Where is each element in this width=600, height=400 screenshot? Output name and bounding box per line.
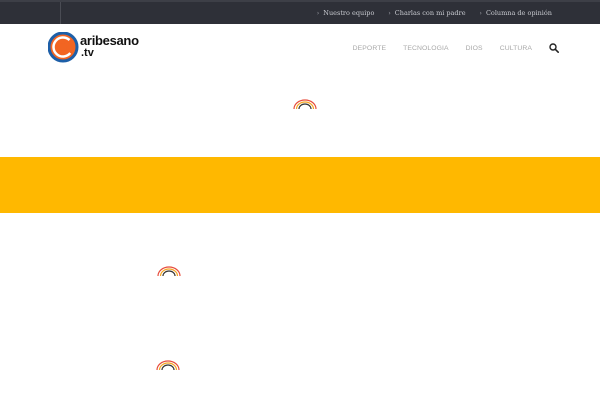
promo-banner bbox=[0, 157, 600, 213]
topbar-link-label: Charlas con mi padre bbox=[394, 9, 466, 17]
site-logo[interactable]: aribesano .tv bbox=[48, 32, 148, 64]
nav-item-tecnologia[interactable]: TECNOLOGIA bbox=[403, 45, 449, 52]
topbar-link-nuestro-equipo[interactable]: › Nuestro equipo bbox=[317, 9, 375, 17]
site-header: aribesano .tv DEPORTE TECNOLOGIA DIOS CU… bbox=[0, 24, 600, 72]
logo-suffix: .tv bbox=[81, 47, 94, 59]
topbar-link-label: Nuestro equipo bbox=[323, 9, 375, 17]
topbar-links: › Nuestro equipo › Charlas con mi padre … bbox=[303, 2, 552, 24]
topbar-link-columna[interactable]: › Columna de opinión bbox=[480, 9, 552, 17]
chevron-right-icon: › bbox=[479, 9, 482, 17]
topbar-link-charlas[interactable]: › Charlas con mi padre bbox=[388, 9, 465, 17]
logo-wordmark: aribesano bbox=[80, 33, 139, 48]
topbar-link-label: Columna de opinión bbox=[485, 9, 552, 17]
topbar-divider bbox=[60, 2, 61, 26]
nav-item-cultura[interactable]: CULTURA bbox=[500, 45, 532, 52]
loading-spinner-icon bbox=[293, 99, 317, 110]
nav-item-deporte[interactable]: DEPORTE bbox=[353, 45, 386, 52]
search-icon bbox=[549, 43, 559, 53]
search-button[interactable] bbox=[548, 42, 560, 54]
loading-spinner-icon bbox=[157, 266, 181, 277]
nav-item-dios[interactable]: DIOS bbox=[466, 45, 483, 52]
chevron-right-icon: › bbox=[388, 9, 391, 17]
loading-spinner-icon bbox=[156, 360, 180, 371]
chevron-right-icon: › bbox=[316, 9, 320, 17]
top-utility-bar: › Nuestro equipo › Charlas con mi padre … bbox=[0, 0, 600, 26]
main-navigation: DEPORTE TECNOLOGIA DIOS CULTURA bbox=[336, 24, 560, 72]
logo-mark-icon bbox=[48, 32, 79, 63]
